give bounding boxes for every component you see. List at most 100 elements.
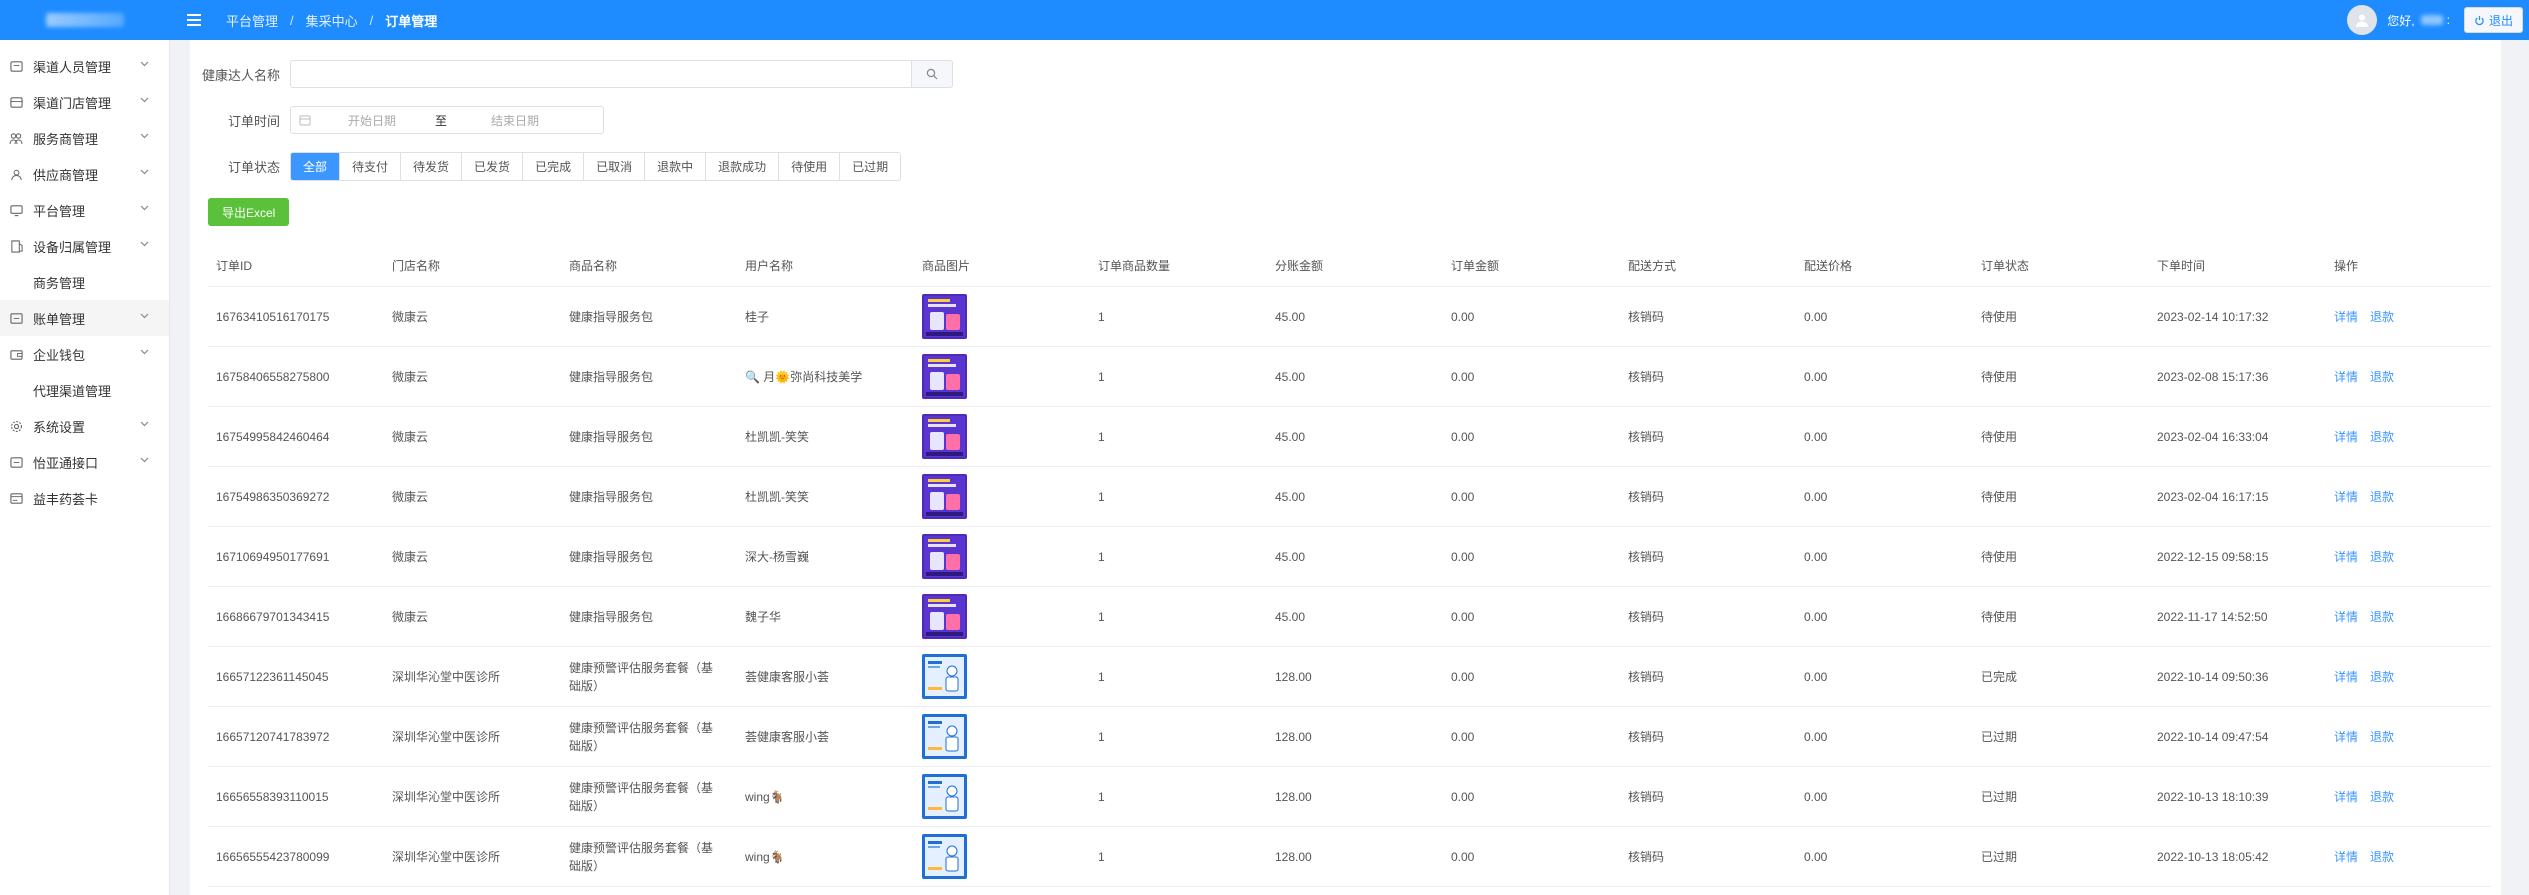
supplier-icon [9,167,23,181]
sidebar-item-billing[interactable]: 账单管理 [0,300,169,336]
store-cell: 微康云 [392,370,429,384]
menu-toggle-icon[interactable] [187,14,201,26]
logout-button[interactable]: 退出 [2463,7,2523,33]
order-amount-cell: 0.00 [1451,789,1475,804]
detail-link[interactable]: 详情 [2334,430,2358,444]
product-thumbnail[interactable] [922,774,967,819]
sidebar-item-service-provider[interactable]: 服务商管理 [0,120,169,156]
product-thumbnail[interactable] [922,714,967,759]
sidebar: 渠道人员管理 渠道门店管理 服务商管理 供应商管理 平台管理 设备归属管理 商务… [0,40,170,895]
product-thumbnail[interactable] [922,294,967,339]
user-cell: 荟健康客服小荟 [745,670,830,684]
split-amount-cell: 45.00 [1275,309,1306,324]
detail-link[interactable]: 详情 [2334,790,2358,804]
sidebar-item-wallet[interactable]: 企业钱包 [0,336,169,372]
order-status-cell: 已完成 [1981,670,2018,684]
delivery-method-cell: 核销码 [1628,730,1665,744]
product-cell: 健康指导服务包 [569,609,654,624]
column-header: 操作 [2334,259,2359,273]
detail-link[interactable]: 详情 [2334,490,2358,504]
sidebar-item-settings[interactable]: 系统设置 [0,408,169,444]
sidebar-item-device-owner[interactable]: 设备归属管理 [0,228,169,264]
status-option-refunding[interactable]: 退款中 [645,153,707,180]
detail-link[interactable]: 详情 [2334,370,2358,384]
chevron-down-icon [140,457,149,463]
detail-link[interactable]: 详情 [2334,310,2358,324]
export-excel-button[interactable]: 导出Excel [208,198,290,226]
status-option-shipped[interactable]: 已发货 [462,153,524,180]
refund-link[interactable]: 退款 [2370,430,2394,444]
sidebar-item-platform[interactable]: 平台管理 [0,192,169,228]
actions-cell: 详情 退款 [2326,728,2471,745]
user-cell: wing🐐 [745,789,785,804]
refund-link[interactable]: 退款 [2370,790,2394,804]
sidebar-item-eascs-api[interactable]: 怡亚通接口 [0,444,169,480]
quantity-cell: 1 [1098,549,1105,564]
quantity-cell: 1 [1098,609,1105,624]
sidebar-item-business[interactable]: 商务管理 [0,264,169,300]
store-cell: 深圳华沁堂中医诊所 [392,850,501,864]
status-option-cancelled[interactable]: 已取消 [584,153,646,180]
refund-link[interactable]: 退款 [2370,370,2394,384]
refund-link[interactable]: 退款 [2370,310,2394,324]
status-option-pending-payment[interactable]: 待支付 [340,153,402,180]
name-search-input[interactable] [290,60,911,88]
column-header: 分账金额 [1275,259,1324,273]
detail-link[interactable]: 详情 [2334,670,2358,684]
status-option-completed[interactable]: 已完成 [523,153,585,180]
quantity-cell: 1 [1098,729,1105,744]
order-status-cell: 待使用 [1981,370,2018,384]
quantity-cell: 1 [1098,489,1105,504]
api-icon [9,455,23,469]
breadcrumb-item-procurement[interactable]: 集采中心 [306,11,358,30]
start-date-input[interactable]: 开始日期 [317,112,427,129]
refund-link[interactable]: 退款 [2370,610,2394,624]
end-date-input[interactable]: 结束日期 [455,112,575,129]
product-thumbnail[interactable] [922,834,967,879]
product-thumbnail[interactable] [922,474,967,519]
detail-link[interactable]: 详情 [2334,850,2358,864]
order-time-cell: 2023-02-04 16:33:04 [2157,429,2269,444]
column-header: 门店名称 [392,259,441,273]
breadcrumb: 平台管理 / 集采中心 / 订单管理 [226,11,438,30]
refund-link[interactable]: 退款 [2370,490,2394,504]
sidebar-item-agent-channel[interactable]: 代理渠道管理 [0,372,169,408]
store-cell: 深圳华沁堂中医诊所 [392,730,501,744]
product-thumbnail[interactable] [922,354,967,399]
date-range-picker[interactable]: 开始日期 至 结束日期 [290,106,604,134]
sidebar-item-supplier[interactable]: 供应商管理 [0,156,169,192]
delivery-method-cell: 核销码 [1628,370,1665,384]
product-cell: 健康指导服务包 [569,489,654,504]
avatar[interactable] [2347,5,2378,35]
delivery-method-cell: 核销码 [1628,490,1665,504]
detail-link[interactable]: 详情 [2334,730,2358,744]
refund-link[interactable]: 退款 [2370,550,2394,564]
status-option-to-use[interactable]: 待使用 [779,153,841,180]
actions-cell: 详情 退款 [2326,368,2471,385]
refund-link[interactable]: 退款 [2370,670,2394,684]
product-thumbnail[interactable] [922,654,967,699]
user-cell: 魏子华 [745,610,782,624]
status-option-expired[interactable]: 已过期 [840,153,901,180]
breadcrumb-item-platform[interactable]: 平台管理 [226,11,278,30]
order-status-cell: 已过期 [1981,790,2018,804]
order-id-cell: 16710694950177691 [216,549,330,564]
sidebar-item-yifeng-card[interactable]: 益丰药荟卡 [0,480,169,516]
product-thumbnail[interactable] [922,414,967,459]
status-option-pending-shipment[interactable]: 待发货 [401,153,463,180]
table-row: 16710694950177691 微康云 健康指导服务包 深大-杨雪巍 1 45.00 0… [208,527,2491,587]
table-header: 订单ID 门店名称 商品名称 用户名称 商品图片 订单商品数量 分账金额 订单金… [208,245,2491,287]
detail-link[interactable]: 详情 [2334,550,2358,564]
delivery-method-cell: 核销码 [1628,670,1665,684]
product-thumbnail[interactable] [922,594,967,639]
sidebar-item-channel-store[interactable]: 渠道门店管理 [0,84,169,120]
product-thumbnail[interactable] [922,534,967,579]
refund-link[interactable]: 退款 [2370,850,2394,864]
order-id-cell: 16656555423780099 [216,849,330,864]
search-button[interactable] [911,60,953,88]
status-option-refunded[interactable]: 退款成功 [706,153,780,180]
sidebar-item-channel-staff[interactable]: 渠道人员管理 [0,48,169,84]
refund-link[interactable]: 退款 [2370,730,2394,744]
detail-link[interactable]: 详情 [2334,610,2358,624]
status-option-all[interactable]: 全部 [291,153,341,180]
